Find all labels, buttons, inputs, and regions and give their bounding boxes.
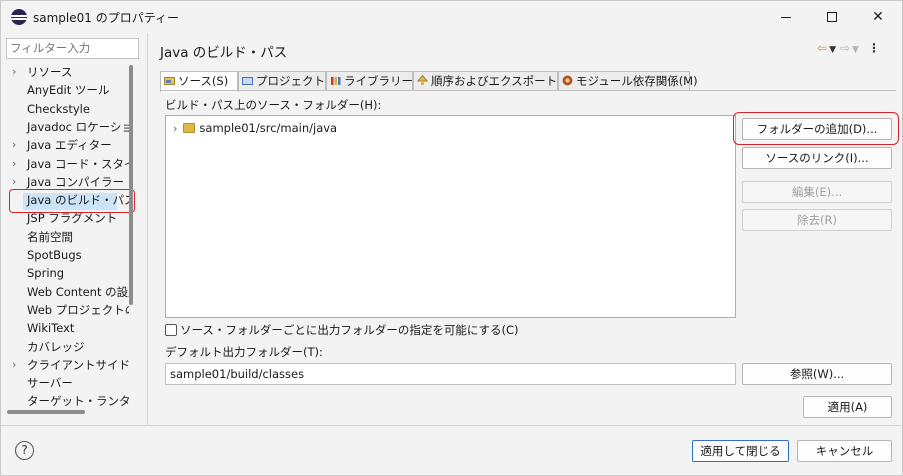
category-panel: › リソース AnyEdit ツール Checkstyle Javadoc ロケーション… — [1, 33, 148, 425]
tree-item[interactable]: WikiText — [1, 319, 129, 337]
tree-item[interactable]: SpotBugs — [1, 246, 129, 264]
expand-chevron-icon[interactable]: › — [12, 63, 16, 81]
minimize-button[interactable] — [763, 1, 809, 33]
apply-button[interactable]: 適用(A) — [803, 396, 892, 418]
default-output-label: デフォルト出力フォルダー(T): — [165, 345, 323, 359]
default-output-field[interactable]: sample01/build/classes — [165, 363, 736, 385]
tree-item[interactable]: Web プロジェクトの設定 — [1, 301, 129, 319]
help-icon[interactable]: ? — [15, 441, 34, 460]
forward-arrow-icon[interactable]: ⇨ — [840, 41, 850, 55]
tree-item[interactable]: › Java エディター — [1, 136, 129, 154]
tree-item-label: 名前空間 — [27, 229, 73, 244]
tree-item-label: カバレッジ — [27, 339, 85, 354]
expand-chevron-icon[interactable]: › — [12, 136, 16, 154]
tree-item-label: ターゲット・ランタイム — [27, 394, 129, 409]
cancel-button[interactable]: キャンセル — [797, 440, 892, 462]
properties-dialog: sample01 のプロパティー ✕ › リソース AnyEdit ツール Check… — [0, 0, 903, 476]
filter-input[interactable] — [6, 38, 139, 59]
tree-item[interactable]: › Java コード・スタイル — [1, 155, 129, 173]
tree-item-label: Java コード・スタイル — [27, 156, 129, 171]
source-folders-label: ビルド・パス上のソース・フォルダー(H): — [165, 98, 382, 112]
tab-libraries[interactable]: ライブラリー(L) — [326, 71, 428, 91]
tree-item[interactable]: サーバー — [1, 374, 129, 392]
tree-item-label: Checkstyle — [27, 101, 90, 116]
tree-item-label: Java エディター — [27, 138, 112, 153]
remove-button[interactable]: 除去(R) — [742, 209, 892, 231]
tree-item[interactable]: › クライアントサイド JavaScript — [1, 356, 129, 374]
browse-button[interactable]: 参照(W)... — [742, 363, 892, 385]
tree-item[interactable]: Checkstyle — [1, 100, 129, 118]
tree-item-label: Web Content の設定 — [27, 284, 129, 299]
project-icon — [242, 77, 253, 85]
expand-chevron-icon[interactable]: › — [12, 155, 16, 173]
footer-divider — [1, 425, 902, 426]
forward-menu-chevron-icon[interactable]: ▼ — [852, 45, 859, 55]
tree-vertical-scrollbar[interactable] — [129, 65, 133, 305]
allow-output-folders-checkbox[interactable] — [165, 324, 177, 336]
tree-item-label: Javadoc ロケーション — [27, 119, 129, 134]
eclipse-app-icon — [11, 9, 27, 25]
list-item[interactable]: › sample01/src/main/java — [173, 119, 337, 137]
content-panel: Java のビルド・パス ⇦ ▼ ⇨ ▼ ⋮ ソース(S) プロジェクト(P) ライブラ… — [149, 33, 902, 425]
source-folder-list[interactable]: › sample01/src/main/java — [165, 115, 736, 318]
tree-item-label: SpotBugs — [27, 248, 82, 262]
tree-horizontal-scrollbar[interactable] — [7, 410, 85, 414]
tab-module-dependencies[interactable]: モジュール依存関係(M) — [558, 71, 698, 91]
title-bar: sample01 のプロパティー ✕ — [1, 1, 902, 33]
tree-item[interactable]: › リソース — [1, 63, 129, 81]
close-window-button[interactable]: ✕ — [855, 1, 901, 33]
tree-item-label: サーバー — [27, 376, 73, 391]
tab-order-export[interactable]: 順序およびエクスポート(O) — [413, 71, 575, 91]
tab-divider — [160, 90, 896, 91]
tree-item-label: リソース — [27, 65, 73, 79]
tree-item[interactable]: カバレッジ — [1, 338, 129, 356]
selected-item-annotation — [9, 189, 135, 213]
window-title: sample01 のプロパティー — [33, 11, 179, 25]
module-icon — [562, 75, 573, 86]
expand-chevron-icon[interactable]: › — [173, 122, 177, 135]
add-folder-annotation — [733, 112, 899, 145]
source-folder-icon — [164, 77, 175, 85]
back-menu-chevron-icon[interactable]: ▼ — [829, 45, 836, 55]
tree-item-label: Spring — [27, 266, 65, 281]
tree-item[interactable]: 名前空間 — [1, 228, 129, 246]
link-source-button[interactable]: ソースのリンク(I)... — [742, 147, 892, 169]
tree-item[interactable]: Javadoc ロケーション — [1, 118, 129, 136]
tree-item-label: Web プロジェクトの設定 — [27, 302, 129, 317]
page-title: Java のビルド・パス — [160, 45, 288, 61]
package-folder-icon — [183, 123, 196, 133]
page-navigation: ⇦ ▼ ⇨ ▼ ⋮ — [817, 41, 880, 55]
apply-and-close-button[interactable]: 適用して閉じる — [692, 440, 789, 462]
tab-projects[interactable]: プロジェクト(P) — [238, 71, 341, 91]
tree-item[interactable]: Spring — [1, 264, 129, 282]
maximize-button[interactable] — [809, 1, 855, 33]
tree-item[interactable]: ターゲット・ランタイム — [1, 392, 129, 410]
expand-chevron-icon[interactable]: › — [12, 356, 16, 374]
order-export-icon — [417, 75, 428, 85]
tab-source[interactable]: ソース(S) — [160, 71, 238, 92]
library-icon — [331, 77, 341, 85]
tree-item[interactable]: Web Content の設定 — [1, 283, 129, 301]
allow-output-folders-option[interactable]: ソース・フォルダーごとに出力フォルダーの指定を可能にする(C) — [165, 322, 519, 338]
tree-item-label: AnyEdit ツール — [27, 83, 110, 98]
view-menu-icon[interactable]: ⋮ — [868, 41, 880, 55]
tree-item-label: クライアントサイド JavaScript — [27, 357, 129, 372]
edit-button[interactable]: 編集(E)... — [742, 181, 892, 203]
back-arrow-icon[interactable]: ⇦ — [817, 41, 827, 55]
tree-item[interactable]: AnyEdit ツール — [1, 81, 129, 99]
tree-item-label: WikiText — [27, 321, 75, 336]
